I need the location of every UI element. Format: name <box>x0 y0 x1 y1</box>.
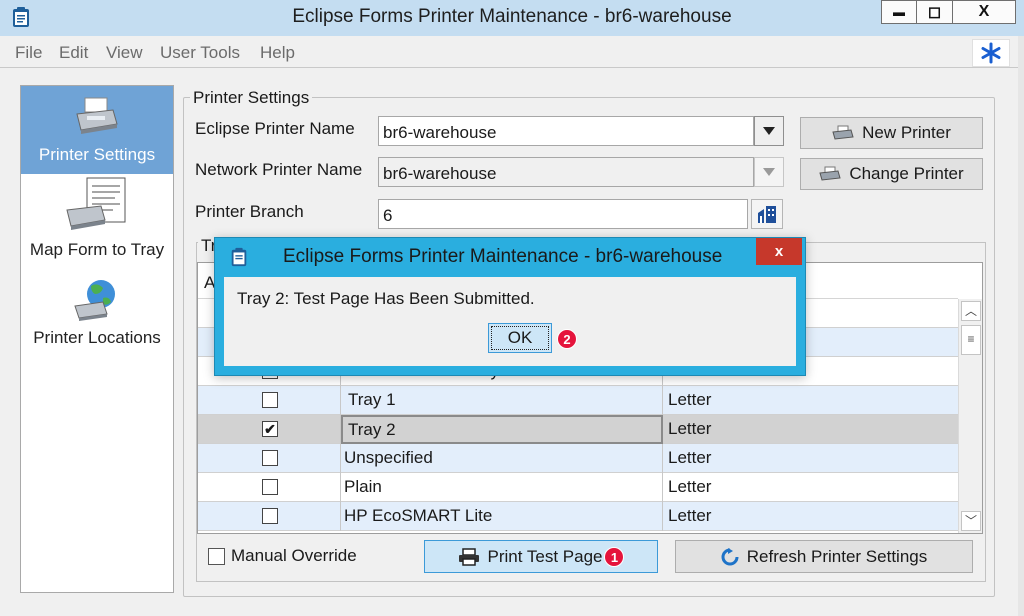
chevron-down-icon <box>763 168 775 176</box>
window-title: Eclipse Forms Printer Maintenance - br6-… <box>292 6 732 27</box>
tray-checkbox-cell: ✔ <box>198 415 341 444</box>
close-button[interactable]: X <box>952 0 1016 24</box>
manual-override-checkbox[interactable] <box>208 548 225 565</box>
tray-checkbox-checked[interactable]: ✔ <box>262 421 278 437</box>
tray-checkbox-cell <box>198 386 341 415</box>
printer-settings-legend: Printer Settings <box>190 88 313 108</box>
building-icon <box>758 206 776 223</box>
printer-branch-label: Printer Branch <box>195 202 304 221</box>
printer-icon <box>832 125 854 140</box>
print-test-page-label: Print Test Page <box>487 546 603 566</box>
tray-checkbox-cell <box>198 444 341 473</box>
printer-form-icon <box>66 177 126 230</box>
nav-label-map-form-to-tray: Map Form to Tray <box>29 240 165 259</box>
maximize-icon: ◻ <box>927 4 942 21</box>
network-printer-dropdown-button[interactable] <box>754 157 784 187</box>
table-row[interactable]: Plain Letter <box>198 473 958 502</box>
eclipse-printer-name-label: Eclipse Printer Name <box>195 119 355 138</box>
close-icon: x <box>774 243 784 260</box>
table-row[interactable]: Tray 1 Letter <box>198 386 958 415</box>
tray-name-cell: Tray 1 <box>341 386 663 415</box>
nav-item-printer-locations[interactable]: Printer Locations <box>21 276 173 347</box>
tray-name-cell: Unspecified <box>341 444 663 473</box>
nav-label-printer-locations: Printer Locations <box>33 328 161 347</box>
printer-icon <box>76 97 118 134</box>
chevron-down-icon <box>763 127 775 135</box>
tray-name-cell: Tray 2 <box>341 415 663 444</box>
print-test-page-button[interactable]: Print Test Page 1 <box>424 540 658 573</box>
nav-item-printer-settings[interactable]: Printer Settings <box>21 86 173 174</box>
network-printer-name-input[interactable]: br6-warehouse <box>378 157 754 187</box>
paper-type-cell: Letter <box>668 448 712 467</box>
refresh-printer-settings-label: Refresh Printer Settings <box>746 546 928 566</box>
menu-view[interactable]: View <box>106 43 143 63</box>
tray-checkbox[interactable] <box>262 392 278 408</box>
globe-printer-icon <box>74 280 115 321</box>
new-printer-label: New Printer <box>862 123 951 142</box>
tray-name-cell: Plain <box>341 473 663 502</box>
scroll-down-button[interactable]: ﹀ <box>961 511 981 531</box>
minimize-icon: ▬ <box>893 5 905 19</box>
menu-help[interactable]: Help <box>260 43 295 63</box>
dialog-body: Tray 2: Test Page Has Been Submitted. OK… <box>224 277 796 366</box>
step-badge: 1 <box>604 546 625 567</box>
menu-edit[interactable]: Edit <box>59 43 88 63</box>
eclipse-printer-name-input[interactable]: br6-warehouse <box>378 116 754 146</box>
table-scrollbar[interactable]: ︿ ≡ ﹀ <box>958 299 982 533</box>
tray-checkbox-cell <box>198 502 341 531</box>
ok-label: OK <box>507 328 533 347</box>
paper-type-cell: Letter <box>668 390 712 409</box>
scroll-thumb[interactable]: ≡ <box>961 325 981 355</box>
tray-checkbox[interactable] <box>262 479 278 495</box>
help-button[interactable] <box>972 39 1010 67</box>
refresh-printer-settings-button[interactable]: Refresh Printer Settings <box>675 540 973 573</box>
nav-label-printer-settings: Printer Settings <box>38 145 156 164</box>
table-row[interactable]: Unspecified Letter <box>198 444 958 473</box>
dialog-close-button[interactable]: x <box>756 238 802 265</box>
printer-icon <box>458 547 479 566</box>
tray-name-cell: HP EcoSMART Lite <box>341 502 663 531</box>
nav-item-map-form-to-tray[interactable]: Map Form to Tray <box>21 176 173 260</box>
network-printer-name-label: Network Printer Name <box>195 160 363 179</box>
table-row[interactable]: HP EcoSMART Lite Letter <box>198 502 958 531</box>
message-dialog: Eclipse Forms Printer Maintenance - br6-… <box>214 237 806 376</box>
window-edge <box>1018 36 1024 616</box>
maximize-button[interactable]: ◻ <box>916 0 953 24</box>
eclipse-printer-dropdown-button[interactable] <box>754 116 784 146</box>
tray-checkbox[interactable] <box>262 508 278 524</box>
dialog-title: Eclipse Forms Printer Maintenance - br6-… <box>283 246 723 267</box>
dialog-message: Tray 2: Test Page Has Been Submitted. <box>237 289 535 308</box>
step-badge: 2 <box>557 329 577 349</box>
ok-button[interactable]: OK <box>488 323 552 353</box>
table-row-selected[interactable]: ✔ Tray 2 Letter <box>198 415 958 444</box>
menu-user-tools[interactable]: User Tools <box>160 43 240 63</box>
menu-bar <box>0 36 1024 68</box>
asterisk-help-icon <box>981 42 1001 64</box>
paper-type-cell: Letter <box>668 506 712 525</box>
paper-type-cell: Letter <box>668 477 712 496</box>
minimize-button[interactable]: ▬ <box>881 0 917 24</box>
refresh-icon <box>721 547 739 565</box>
change-printer-label: Change Printer <box>849 164 964 183</box>
close-icon: X <box>978 3 990 20</box>
scroll-up-button[interactable]: ︿ <box>961 301 981 321</box>
tray-checkbox[interactable] <box>262 450 278 466</box>
printer-icon <box>819 166 841 181</box>
new-printer-button[interactable]: New Printer <box>800 117 983 149</box>
tray-checkbox-cell <box>198 473 341 502</box>
printer-branch-input[interactable]: 6 <box>378 199 748 229</box>
branch-lookup-button[interactable] <box>751 199 783 229</box>
clipboard-app-icon <box>231 247 247 267</box>
manual-override-label: Manual Override <box>231 546 357 565</box>
menu-file[interactable]: File <box>15 43 42 63</box>
left-nav: Printer Settings Map Form to Tray Printe… <box>20 85 174 593</box>
change-printer-button[interactable]: Change Printer <box>800 158 983 190</box>
paper-type-cell: Letter <box>668 419 712 438</box>
